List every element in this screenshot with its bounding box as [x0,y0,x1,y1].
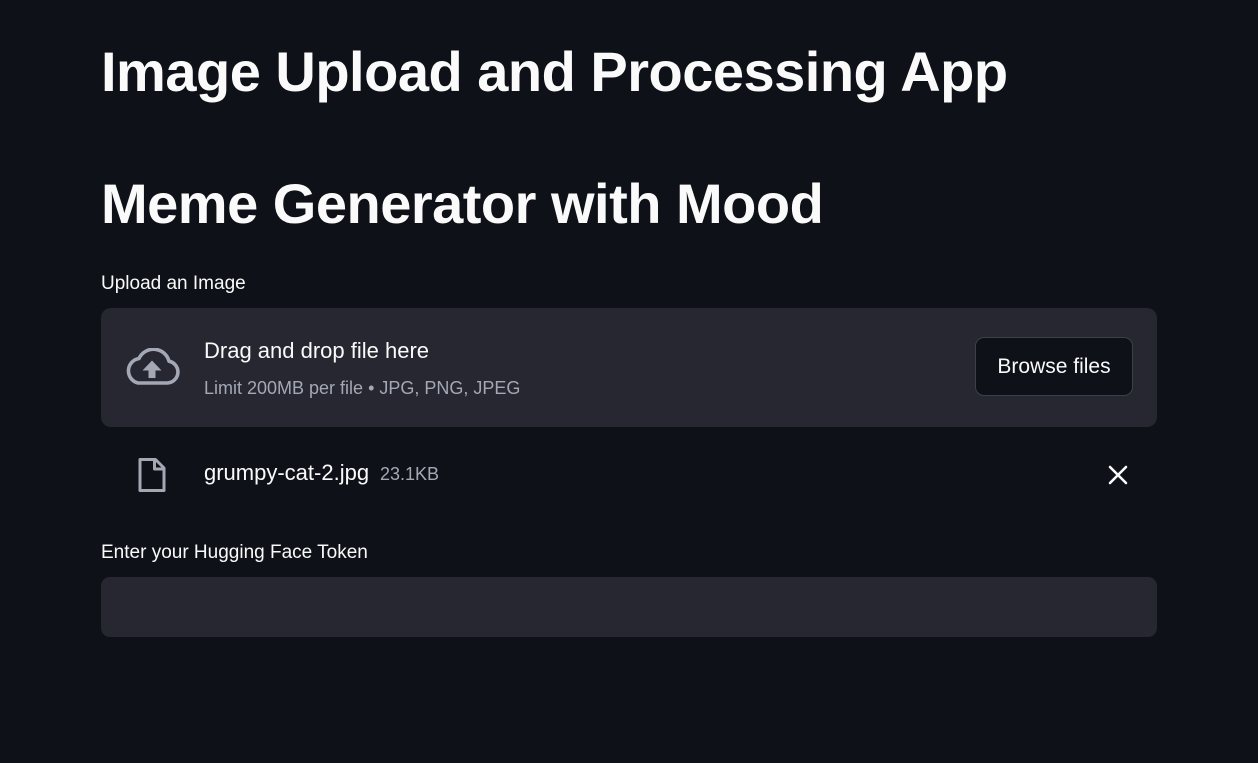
close-icon[interactable] [1105,462,1131,488]
token-input[interactable] [101,577,1157,637]
cloud-upload-icon [126,348,180,385]
uploaded-file-row: grumpy-cat-2.jpg 23.1KB [101,446,1157,502]
file-icon [138,458,166,492]
file-name: grumpy-cat-2.jpg [204,460,370,485]
file-dropzone[interactable]: Drag and drop file here Limit 200MB per … [101,308,1157,427]
browse-files-button[interactable]: Browse files [975,337,1133,396]
page-title: Image Upload and Processing App [101,40,1008,103]
upload-label: Upload an Image [101,273,246,294]
dropzone-limit-text: Limit 200MB per file • JPG, PNG, JPEG [204,378,521,398]
dropzone-instructions: Drag and drop file here [204,338,430,363]
page-subtitle: Meme Generator with Mood [101,172,824,235]
token-label: Enter your Hugging Face Token [101,542,368,563]
file-size: 23.1KB [380,464,440,484]
